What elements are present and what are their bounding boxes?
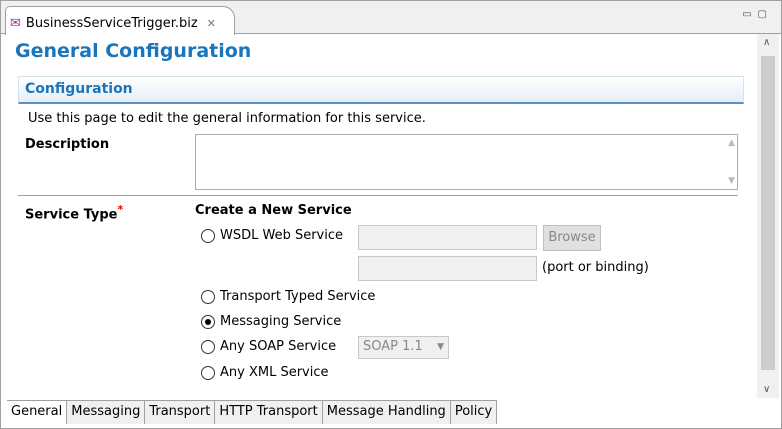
radio-any-xml[interactable]	[201, 366, 215, 380]
radio-label-transport-typed: Transport Typed Service	[220, 289, 376, 304]
radio-any-soap[interactable]	[201, 340, 215, 354]
maximize-icon[interactable]: ▢	[758, 9, 773, 20]
browse-button[interactable]: Browse	[543, 225, 601, 251]
tab-http-transport[interactable]: HTTP Transport	[215, 401, 323, 424]
editor-tab-bar: ✉ BusinessServiceTrigger.biz ✕ ▭▢	[1, 1, 781, 35]
radio-label-wsdl: WSDL Web Service	[220, 228, 344, 243]
editor-tab[interactable]: ✉ BusinessServiceTrigger.biz ✕	[5, 6, 235, 35]
radio-label-any-soap: Any SOAP Service	[220, 339, 337, 354]
radio-label-messaging: Messaging Service	[220, 314, 342, 329]
scroll-up-icon[interactable]: ∧	[763, 37, 770, 48]
biz-file-icon: ✉	[10, 15, 21, 31]
tab-transport[interactable]: Transport	[145, 401, 216, 424]
scroll-down-icon[interactable]: ▼	[728, 176, 735, 186]
section-intro: Use this page to edit the general inform…	[28, 111, 426, 126]
scroll-down-icon[interactable]: ∨	[763, 384, 770, 395]
section-header: Configuration	[18, 76, 744, 104]
description-label: Description	[25, 137, 110, 152]
create-service-heading: Create a New Service	[195, 203, 352, 218]
chevron-down-icon: ▼	[437, 342, 444, 352]
radio-transport-typed[interactable]	[201, 290, 215, 304]
page-title: General Configuration	[15, 40, 252, 62]
editor-tab-title: BusinessServiceTrigger.biz	[25, 15, 198, 31]
tab-policy[interactable]: Policy	[450, 401, 498, 424]
port-hint: (port or binding)	[542, 260, 649, 275]
wsdl-input[interactable]	[358, 225, 537, 250]
scroll-up-icon[interactable]: ▲	[728, 138, 735, 148]
radio-wsdl[interactable]	[201, 229, 215, 243]
divider	[18, 195, 738, 196]
description-field[interactable]: ▲ ▼	[195, 134, 738, 190]
scrollbar-thumb[interactable]	[761, 56, 775, 370]
vertical-scrollbar[interactable]: ∧ ∨	[757, 34, 779, 398]
radio-messaging[interactable]	[201, 315, 215, 329]
service-type-label: Service Type*	[25, 203, 124, 223]
close-icon[interactable]: ✕	[207, 17, 216, 30]
minimize-icon[interactable]: ▭	[742, 9, 757, 20]
window-controls[interactable]: ▭▢	[742, 9, 773, 20]
radio-label-any-xml: Any XML Service	[220, 365, 329, 380]
port-binding-input[interactable]	[358, 256, 537, 281]
soap-version-select[interactable]: SOAP 1.1 ▼	[358, 336, 449, 359]
tab-general[interactable]: General	[7, 401, 68, 424]
tab-message-handling[interactable]: Message Handling	[322, 401, 451, 424]
editor-window: ✉ BusinessServiceTrigger.biz ✕ ▭▢ Genera…	[0, 0, 782, 429]
tab-messaging[interactable]: Messaging	[67, 401, 146, 424]
page-tabs: General Messaging Transport HTTP Transpo…	[7, 400, 498, 424]
